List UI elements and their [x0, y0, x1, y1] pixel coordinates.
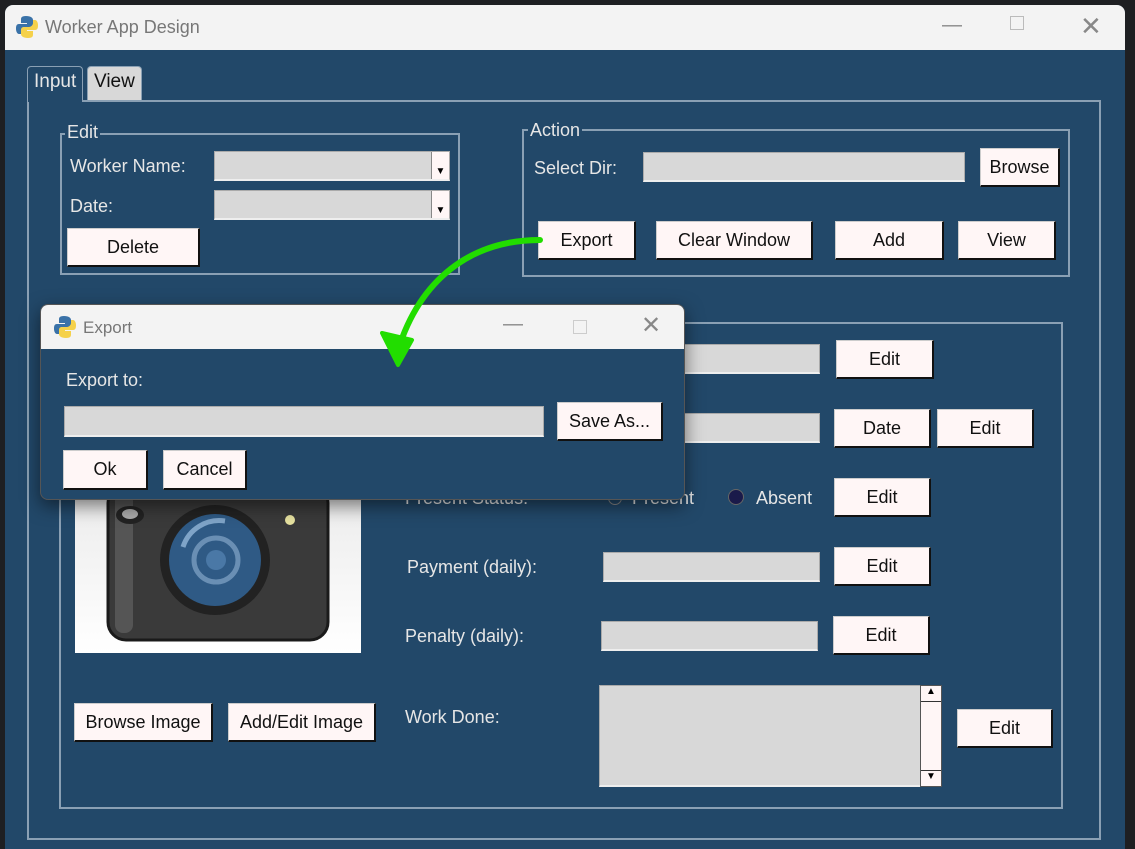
export-path-input[interactable]	[64, 406, 544, 437]
scroll-down-icon[interactable]: ▼	[921, 770, 941, 786]
edit-status-button[interactable]: Edit	[834, 478, 931, 517]
date-label: Date:	[70, 196, 114, 216]
edit-penalty-button[interactable]: Edit	[833, 616, 930, 655]
chevron-down-icon[interactable]: ▼	[431, 191, 449, 218]
work-done-label: Work Done:	[405, 707, 500, 727]
browse-image-button[interactable]: Browse Image	[74, 703, 213, 742]
chevron-down-icon[interactable]: ▼	[431, 152, 449, 179]
worker-name-label: Worker Name:	[70, 156, 186, 176]
minimize-button[interactable]: —	[942, 14, 962, 37]
title-bar: Worker App Design — ✕	[5, 5, 1125, 50]
work-done-scrollbar[interactable]: ▲ ▼	[920, 685, 942, 787]
export-button[interactable]: Export	[538, 221, 636, 260]
edit-name-button[interactable]: Edit	[836, 340, 934, 379]
dialog-maximize-button[interactable]	[573, 320, 587, 334]
work-done-textarea[interactable]	[599, 685, 921, 787]
action-frame-title: Action	[528, 120, 583, 141]
payment-input[interactable]	[603, 552, 820, 582]
python-icon	[16, 16, 38, 38]
select-dir-label: Select Dir:	[534, 158, 618, 178]
penalty-input[interactable]	[601, 621, 818, 651]
edit-work-done-button[interactable]: Edit	[957, 709, 1053, 748]
date-button[interactable]: Date	[834, 409, 931, 448]
tab-view[interactable]: View	[87, 66, 142, 100]
worker-name-combobox[interactable]: ▼	[214, 151, 450, 181]
absent-option-label: Absent	[756, 488, 813, 508]
export-dialog: Export — ✕ Export to: Save As... Ok Canc…	[40, 304, 685, 500]
export-to-label: Export to:	[66, 370, 144, 390]
edit-payment-button[interactable]: Edit	[834, 547, 931, 586]
tab-input[interactable]: Input	[27, 66, 84, 102]
add-edit-image-button[interactable]: Add/Edit Image	[228, 703, 376, 742]
python-icon	[54, 316, 76, 338]
dialog-minimize-button[interactable]: —	[503, 313, 523, 336]
view-button[interactable]: View	[958, 221, 1056, 260]
date-combobox[interactable]: ▼	[214, 190, 450, 220]
ok-button[interactable]: Ok	[63, 450, 148, 490]
browse-button[interactable]: Browse	[980, 148, 1060, 187]
payment-label: Payment (daily):	[407, 557, 538, 577]
penalty-label: Penalty (daily):	[405, 626, 525, 646]
dialog-title-bar: Export — ✕	[41, 305, 684, 349]
add-button[interactable]: Add	[835, 221, 944, 260]
save-as-button[interactable]: Save As...	[557, 402, 663, 441]
cancel-button[interactable]: Cancel	[163, 450, 247, 490]
scroll-up-icon[interactable]: ▲	[921, 686, 941, 702]
delete-button[interactable]: Delete	[67, 228, 200, 267]
absent-radio[interactable]	[728, 489, 744, 505]
clear-window-button[interactable]: Clear Window	[656, 221, 813, 260]
edit-date-button[interactable]: Edit	[937, 409, 1034, 448]
dialog-close-button[interactable]: ✕	[641, 311, 661, 340]
maximize-button[interactable]	[1010, 16, 1024, 30]
select-dir-input[interactable]	[643, 152, 965, 182]
window-title: Worker App Design	[45, 17, 200, 37]
edit-frame-title: Edit	[65, 122, 101, 143]
close-button[interactable]: ✕	[1080, 11, 1102, 42]
dialog-title: Export	[83, 318, 133, 337]
